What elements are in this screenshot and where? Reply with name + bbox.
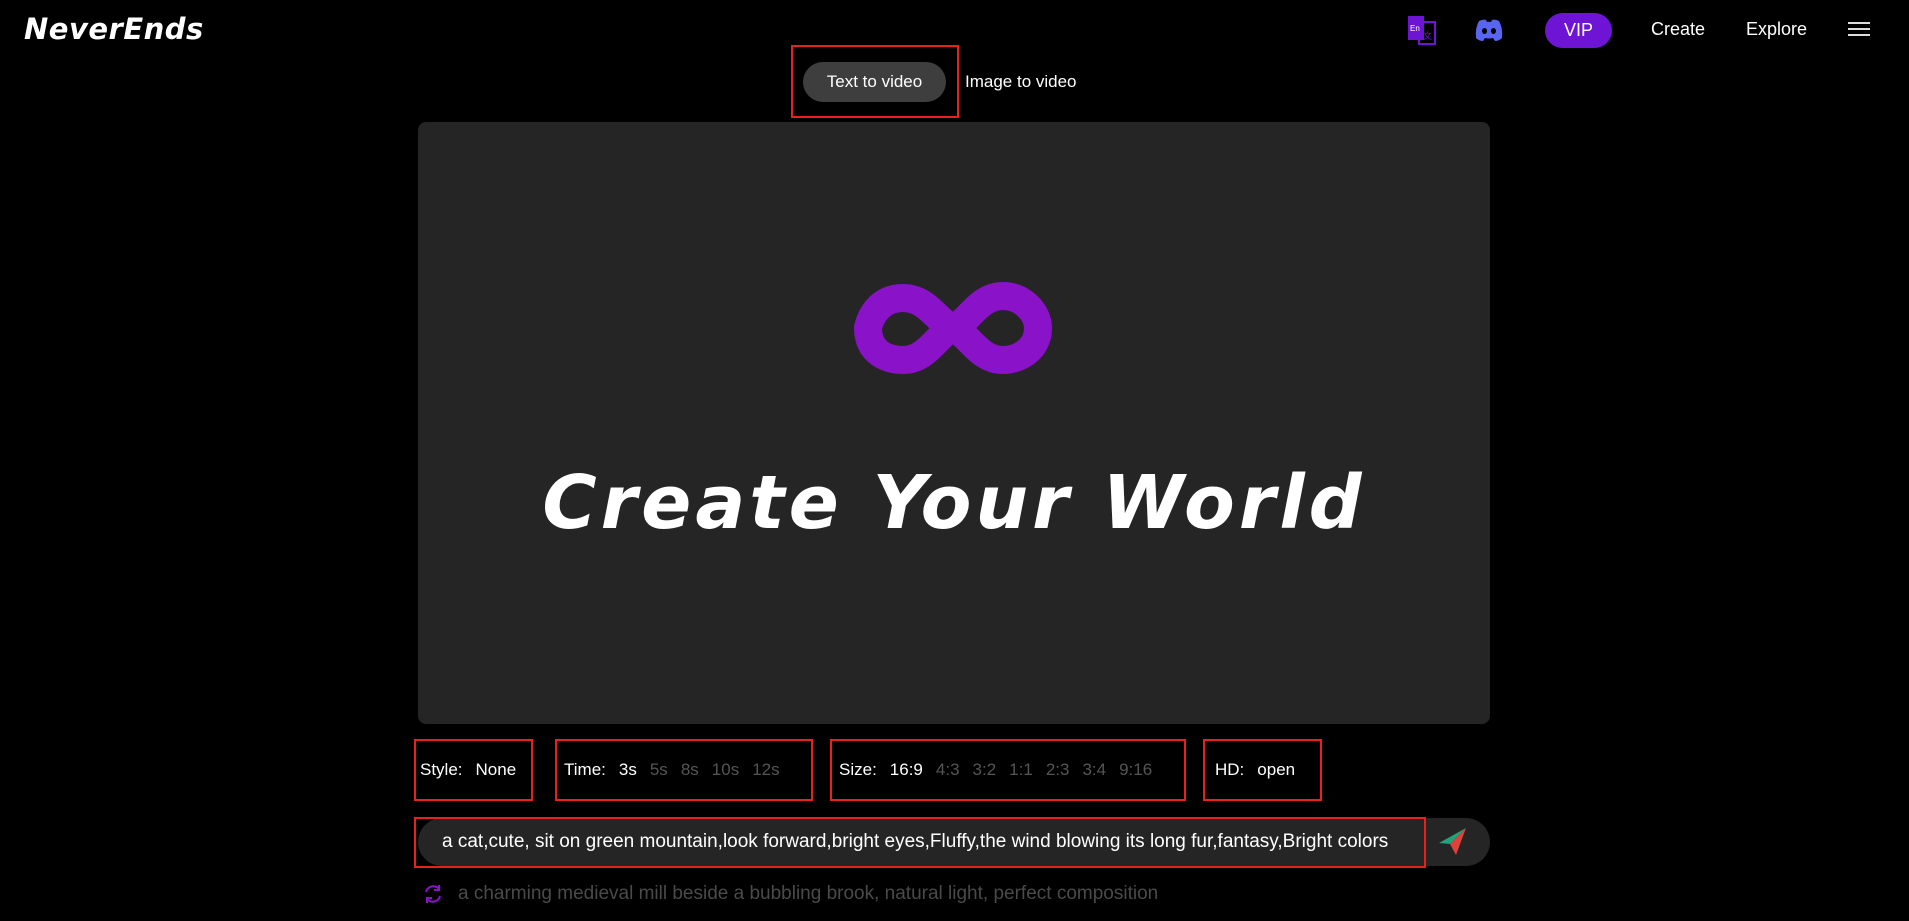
nav-create[interactable]: Create [1651, 19, 1705, 40]
time-12s[interactable]: 12s [752, 760, 779, 780]
refresh-icon[interactable] [422, 883, 444, 910]
time-10s[interactable]: 10s [712, 760, 739, 780]
translate-icon[interactable]: En 文 [1407, 15, 1437, 50]
prompt-input[interactable] [442, 818, 1412, 866]
time-8s[interactable]: 8s [681, 760, 699, 780]
hd-option[interactable]: HD: open [1203, 739, 1322, 801]
hd-label: HD: [1215, 760, 1245, 779]
vip-button[interactable]: VIP [1545, 13, 1612, 48]
svg-text:En: En [1410, 24, 1420, 33]
nav-explore[interactable]: Explore [1746, 19, 1807, 40]
size-1-1[interactable]: 1:1 [1009, 760, 1033, 780]
size-9-16[interactable]: 9:16 [1119, 760, 1152, 780]
size-4-3[interactable]: 4:3 [936, 760, 960, 780]
hd-value[interactable]: open [1257, 760, 1295, 780]
send-icon[interactable] [1436, 825, 1468, 862]
style-option[interactable]: Style: None [414, 739, 533, 801]
size-2-3[interactable]: 2:3 [1046, 760, 1070, 780]
tagline: Create Your World [542, 460, 1366, 546]
video-preview [418, 122, 1490, 724]
size-3-4[interactable]: 3:4 [1082, 760, 1106, 780]
tab-text-to-video[interactable]: Text to video [803, 62, 946, 102]
tab-image-to-video[interactable]: Image to video [965, 72, 1077, 92]
time-option: Time: 3s 5s 8s 10s 12s [555, 739, 813, 801]
size-option: Size: 16:9 4:3 3:2 1:1 2:3 3:4 9:16 [830, 739, 1186, 801]
discord-icon[interactable] [1474, 18, 1504, 47]
size-16-9[interactable]: 16:9 [890, 760, 923, 780]
style-label: Style: [420, 760, 463, 779]
time-3s[interactable]: 3s [619, 760, 637, 780]
prompt-suggestion[interactable]: a charming medieval mill beside a bubbli… [458, 883, 1158, 905]
size-3-2[interactable]: 3:2 [973, 760, 997, 780]
logo[interactable]: NeverEnds [24, 12, 204, 46]
svg-text:文: 文 [1423, 30, 1432, 41]
size-label: Size: [839, 760, 877, 779]
infinity-logo-icon [853, 278, 1053, 383]
menu-icon[interactable] [1848, 21, 1870, 42]
time-label: Time: [564, 760, 606, 779]
style-value[interactable]: None [476, 760, 517, 780]
time-5s[interactable]: 5s [650, 760, 668, 780]
